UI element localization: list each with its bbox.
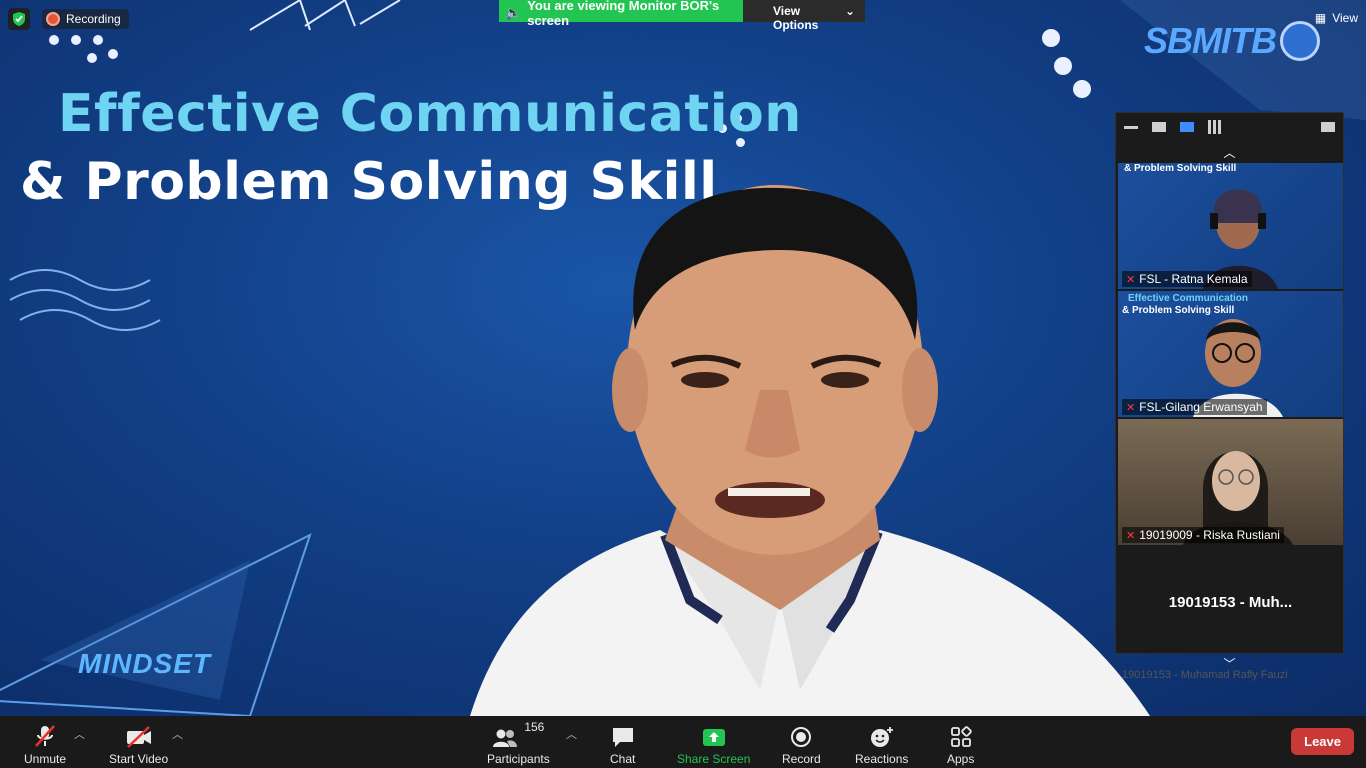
record-button[interactable]: Record xyxy=(782,720,821,766)
thumbnail-view-icon[interactable] xyxy=(1152,122,1166,132)
mic-muted-icon: ✕ xyxy=(1126,401,1136,414)
mic-muted-icon: ✕ xyxy=(1126,529,1136,542)
share-screen-button[interactable]: Share Screen xyxy=(677,720,750,766)
video-off-icon xyxy=(125,720,153,748)
participant-tile[interactable]: ✕ 19019009 - Riska Rustiani xyxy=(1118,419,1343,545)
unmute-button[interactable]: Unmute xyxy=(24,720,66,766)
gallery-toolbar xyxy=(1116,113,1343,141)
participants-label: Participants xyxy=(487,752,550,766)
start-video-label: Start Video xyxy=(109,752,169,766)
participant-name-tag: ✕ FSL - Ratna Kemala xyxy=(1122,271,1252,287)
unmute-label: Unmute xyxy=(24,752,67,766)
participant-name-tag: ✕ 19019009 - Riska Rustiani xyxy=(1122,527,1284,543)
meeting-toolbar: Unmute ︿ Start Video ︿ 156 Participants … xyxy=(0,716,1366,768)
view-button[interactable]: ▦ View xyxy=(1315,11,1358,25)
chat-icon xyxy=(611,720,635,748)
reactions-icon xyxy=(870,720,894,748)
meeting-status: Recording xyxy=(8,8,129,30)
start-video-button[interactable]: Start Video xyxy=(109,720,168,766)
security-shield-icon[interactable] xyxy=(8,8,30,30)
gallery-grid-icon[interactable] xyxy=(1208,120,1222,134)
scroll-up-icon[interactable]: ︿ xyxy=(1116,141,1343,163)
video-options-chevron-icon[interactable]: ︿ xyxy=(172,726,183,742)
audio-options-chevron-icon[interactable]: ︿ xyxy=(74,726,85,742)
participants-button[interactable]: 156 Participants xyxy=(487,720,550,766)
participant-tile[interactable]: & Problem Solving Skill ✕ FSL - Ratna Ke… xyxy=(1118,163,1343,289)
apps-button[interactable]: Apps xyxy=(947,720,974,766)
share-screen-label: Share Screen xyxy=(677,752,751,766)
view-options-button[interactable]: View Options ⌄ xyxy=(743,0,865,32)
participant-tile[interactable]: Effective Communication & Problem Solvin… xyxy=(1118,291,1343,417)
participant-gallery: ︿ & Problem Solving Skill ✕ FSL - Ratna … xyxy=(1115,112,1344,681)
recording-label: Recording xyxy=(66,12,121,26)
grid-view-icon: ▦ xyxy=(1314,11,1327,25)
reactions-button[interactable]: Reactions xyxy=(855,720,908,766)
participants-options-chevron-icon[interactable]: ︿ xyxy=(566,726,577,742)
share-screen-icon xyxy=(701,720,727,748)
exit-fullscreen-icon[interactable] xyxy=(1321,122,1335,132)
record-label: Record xyxy=(782,752,821,766)
apps-label: Apps xyxy=(947,752,975,766)
participant-tile-no-video[interactable]: 19019153 - Muh... xyxy=(1118,547,1343,657)
leave-button[interactable]: Leave xyxy=(1291,728,1354,755)
participant-name-partial: 19019153 - Muhamad Rafly Fauzi xyxy=(1122,669,1288,681)
strip-view-icon[interactable] xyxy=(1180,122,1194,132)
mic-muted-icon: ✕ xyxy=(1126,273,1136,286)
participants-count: 156 xyxy=(524,720,545,734)
screen-share-banner: 🔈 You are viewing Monitor BOR's screen V… xyxy=(499,0,865,32)
participant-name: FSL-Gilang Erwansyah xyxy=(1139,400,1263,414)
viewing-screen-message: 🔈 You are viewing Monitor BOR's screen xyxy=(499,0,743,28)
chevron-down-icon: ⌄ xyxy=(844,4,855,18)
speaker-icon: 🔈 xyxy=(505,4,522,20)
chat-label: Chat xyxy=(610,752,636,766)
view-label: View xyxy=(1332,11,1358,25)
recording-indicator[interactable]: Recording xyxy=(42,9,129,29)
participant-name: 19019009 - Riska Rustiani xyxy=(1139,528,1280,542)
reactions-label: Reactions xyxy=(855,752,909,766)
apps-icon xyxy=(950,720,972,748)
chat-button[interactable]: Chat xyxy=(610,720,635,766)
participant-name: FSL - Ratna Kemala xyxy=(1139,272,1248,286)
minimize-icon[interactable] xyxy=(1124,125,1138,129)
record-icon xyxy=(790,720,812,748)
participants-icon: 156 xyxy=(492,720,544,748)
mic-muted-icon xyxy=(33,720,57,748)
scroll-down-icon[interactable]: ﹀ xyxy=(1116,657,1343,671)
participant-name-tag: ✕ FSL-Gilang Erwansyah xyxy=(1122,399,1267,415)
viewing-screen-text: You are viewing Monitor BOR's screen xyxy=(527,0,720,28)
view-options-label: View Options xyxy=(773,4,819,32)
recording-icon xyxy=(46,12,60,26)
